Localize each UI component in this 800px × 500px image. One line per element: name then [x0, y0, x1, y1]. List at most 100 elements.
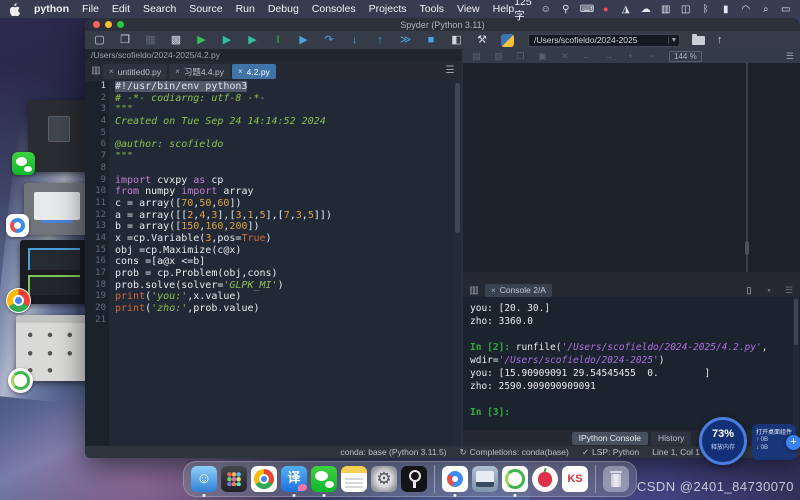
previous-plot-icon[interactable]: ←: [581, 51, 592, 61]
inspect-icon[interactable]: ▯: [742, 285, 756, 296]
close-tab-icon[interactable]: ×: [109, 67, 114, 76]
desktop-widget-panel[interactable]: 打开桌面组件 ↑ 0B ↓ 0B +: [752, 424, 796, 460]
plots-options-icon[interactable]: ☰: [786, 51, 794, 62]
dock-icon-translate[interactable]: [281, 466, 307, 492]
cleaner-badge-icon[interactable]: [8, 368, 33, 393]
chrome-badge-icon[interactable]: [6, 288, 31, 313]
menu-item-tools[interactable]: Tools: [420, 3, 445, 15]
tools-wrench-icon[interactable]: ⚒: [476, 34, 489, 47]
remove-all-plots-icon[interactable]: ✕: [559, 51, 570, 62]
active-app-name[interactable]: python: [34, 3, 69, 15]
dock-icon-finder[interactable]: [191, 466, 217, 492]
dock-icon-settings[interactable]: [371, 466, 397, 492]
step-into-icon[interactable]: ↓: [348, 34, 361, 47]
dock-icon-notes[interactable]: [341, 466, 367, 492]
editor-scrollbar[interactable]: [454, 81, 461, 446]
editor-tab-习题4.4.py[interactable]: ×习题4.4.py: [169, 64, 230, 79]
zoom-in-icon[interactable]: +: [625, 51, 636, 61]
netdisk-badge-icon[interactable]: [6, 214, 29, 237]
dock-icon-apple-red[interactable]: [532, 466, 558, 492]
editor-tab-4.2.py[interactable]: ×4.2.py: [232, 64, 276, 79]
minimized-window-netdisk[interactable]: [24, 183, 90, 235]
menu-item-source[interactable]: Source: [189, 3, 222, 15]
search-icon[interactable]: ⌕: [760, 4, 772, 15]
menu-item-help[interactable]: Help: [493, 3, 515, 15]
copy-plot-icon[interactable]: ❒: [515, 51, 526, 62]
menu-item-consoles[interactable]: Consoles: [312, 3, 356, 15]
mic-icon[interactable]: ⚲: [560, 4, 572, 15]
menu-item-projects[interactable]: Projects: [369, 3, 407, 15]
console-pane-tab-ipython-console[interactable]: IPython Console: [572, 432, 648, 445]
menu-item-debug[interactable]: Debug: [268, 3, 299, 15]
keyboard-icon[interactable]: ⌨: [580, 4, 592, 15]
dock-icon-chrome[interactable]: [251, 466, 277, 492]
add-widget-button[interactable]: +: [786, 435, 800, 450]
run-selection-icon[interactable]: I: [272, 34, 285, 47]
shapes-icon[interactable]: ◮: [620, 4, 632, 15]
run-icon[interactable]: ▶: [195, 34, 208, 47]
screen-record-icon[interactable]: ●: [600, 4, 612, 15]
battery-icon[interactable]: ▮: [720, 4, 732, 15]
console-tab[interactable]: × Console 2/A: [485, 284, 552, 297]
editor-tab-untitled0.py[interactable]: ×untitled0.py: [103, 64, 167, 79]
dock-icon-launchpad[interactable]: [221, 466, 247, 492]
apple-logo-icon[interactable]: [10, 3, 21, 16]
menu-item-file[interactable]: File: [82, 3, 99, 15]
run-cell-icon[interactable]: ▶: [221, 34, 234, 47]
dock-icon-ks[interactable]: [562, 466, 588, 492]
minimized-window-chrome[interactable]: [20, 240, 90, 304]
code-line: 9import cvxpy as cp: [85, 175, 461, 187]
cloud-icon[interactable]: ☁: [640, 4, 652, 15]
wechat-badge-icon[interactable]: [12, 152, 35, 175]
browse-tabs-icon[interactable]: ▥: [89, 65, 103, 76]
menu-item-view[interactable]: View: [457, 3, 480, 15]
step-out-icon[interactable]: ↑: [374, 34, 387, 47]
close-console-icon[interactable]: ×: [491, 286, 496, 295]
browse-console-tabs-icon[interactable]: ▥: [467, 285, 481, 296]
save-plot-icon[interactable]: ▤: [471, 51, 482, 62]
zoom-out-icon[interactable]: −: [647, 51, 658, 61]
bluetooth-icon[interactable]: ᛒ: [700, 4, 712, 15]
next-plot-icon[interactable]: →: [603, 51, 614, 61]
editor-options-icon[interactable]: ☰: [443, 65, 457, 76]
minimized-window-wechat[interactable]: [28, 100, 90, 172]
console-scrollbar[interactable]: [793, 297, 799, 430]
menu-item-search[interactable]: Search: [143, 3, 176, 15]
ipython-console-output[interactable]: you: [20. 30.]zho: 3360.0In [2]: runfile…: [463, 297, 800, 430]
menu-item-run[interactable]: Run: [236, 3, 255, 15]
dock-icon-screenshot[interactable]: [472, 466, 498, 492]
close-tab-icon[interactable]: ×: [175, 67, 180, 76]
menu-item-edit[interactable]: Edit: [112, 3, 130, 15]
save-all-icon[interactable]: ▩: [170, 34, 183, 47]
new-file-icon[interactable]: ▢: [93, 34, 106, 47]
console-pane-tab-history[interactable]: History: [651, 432, 691, 445]
stop-console-icon[interactable]: ▪: [762, 285, 776, 295]
wifi-icon[interactable]: ◠: [740, 4, 752, 15]
save-all-plots-icon[interactable]: ▥: [493, 51, 504, 62]
open-file-icon[interactable]: ❒: [119, 34, 132, 47]
chevron-down-icon[interactable]: ▼: [668, 37, 679, 44]
console-options-icon[interactable]: ☰: [782, 285, 796, 296]
step-over-icon[interactable]: ↷: [323, 34, 336, 47]
stage-manager-icon[interactable]: ▥: [660, 4, 672, 15]
stop-icon[interactable]: ■: [425, 34, 438, 47]
display-icon[interactable]: ▭: [780, 4, 792, 15]
dock-icon-keychain[interactable]: [401, 466, 427, 492]
panes-icon[interactable]: ◧: [450, 34, 463, 47]
python-logo-icon[interactable]: [501, 34, 514, 47]
save-icon[interactable]: ▦: [144, 34, 157, 47]
dock-icon-trash[interactable]: [603, 466, 629, 492]
dock-icon-cleaner[interactable]: [502, 466, 528, 492]
close-tab-icon[interactable]: ×: [238, 67, 243, 76]
dock-icon-netdisk[interactable]: [442, 466, 468, 492]
code-line-text: #!/usr/bin/env python3: [115, 81, 247, 93]
input-method-icon[interactable]: ☺: [540, 4, 552, 15]
code-editor[interactable]: 1#!/usr/bin/env python32# -*- codiarng: …: [85, 81, 461, 446]
continue-icon[interactable]: ≫: [399, 34, 412, 47]
run-cell-advance-icon[interactable]: ▶: [246, 34, 259, 47]
memory-cleaner-widget[interactable]: 73% 释放内存: [699, 417, 747, 465]
dock-icon-wechat[interactable]: [311, 466, 337, 492]
remove-plot-icon[interactable]: ▣: [537, 51, 548, 62]
window-icon[interactable]: ◫: [680, 4, 692, 15]
debug-icon[interactable]: ▶: [297, 34, 310, 47]
